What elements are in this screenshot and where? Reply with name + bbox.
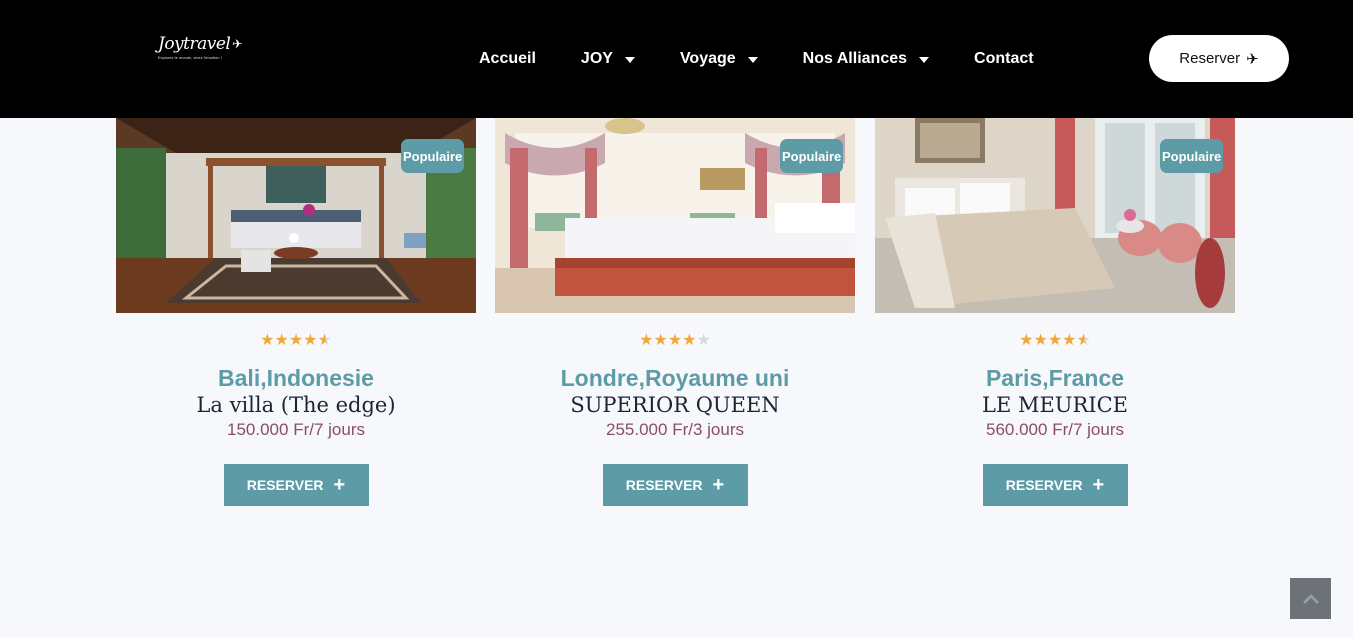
destination-city: Bali,Indonesie <box>218 365 374 391</box>
reserve-card-button[interactable]: RESERVER + <box>602 464 748 506</box>
hotel-name: La villa (The edge) <box>196 393 396 417</box>
cta-label: RESERVER <box>625 477 703 493</box>
destination-card: Populaire ★ ★ ★ ★ ★ Paris,France LE MEURICE … <box>875 118 1235 506</box>
logo-brand: Joytravel ✈ <box>158 34 248 54</box>
star-icon: ★ <box>274 332 289 349</box>
plus-icon: + <box>712 474 725 496</box>
destination-city: Paris,France <box>985 365 1125 391</box>
reserve-card-button[interactable]: RESERVER + <box>223 464 369 506</box>
nav-label: JOY <box>580 50 613 67</box>
logo[interactable]: Joytravel ✈ Explorez le monde, vivez l'ém… <box>158 34 248 64</box>
chevron-up-icon <box>1302 593 1319 604</box>
popular-badge: Populaire <box>401 139 464 173</box>
star-icon: ★ <box>1062 332 1077 349</box>
caret-down-icon <box>919 57 930 63</box>
scroll-to-top-button[interactable] <box>1290 578 1331 619</box>
star-empty-icon: ★ <box>696 332 711 349</box>
star-icon: ★ <box>303 332 318 349</box>
hotel-name: LE MEURICE <box>982 393 1128 417</box>
site-header: Joytravel ✈ Explorez le monde, vivez l'ém… <box>0 0 1353 118</box>
price: 255.000 Fr/3 jours <box>606 420 744 439</box>
nav-alliances[interactable]: Nos Alliances <box>802 50 930 68</box>
logo-tagline: Explorez le monde, vivez l'émotion ! <box>158 55 222 60</box>
star-icon: ★ <box>288 332 304 349</box>
caret-down-icon <box>747 57 758 63</box>
logo-text: Joytravel <box>158 34 231 54</box>
plus-icon: + <box>333 474 346 496</box>
reserve-card-button[interactable]: RESERVER + <box>982 464 1128 506</box>
star-half-icon: ★ <box>1076 332 1091 349</box>
nav-label: Nos Alliances <box>802 50 908 67</box>
main-nav: Accueil JOY Voyage Nos Alliances Contact <box>479 0 1079 118</box>
star-rating: ★ ★ ★ ★ ★ <box>116 333 476 349</box>
nav-contact[interactable]: Contact <box>974 50 1034 68</box>
destination-city: Londre,Royaume uni <box>560 365 790 391</box>
star-rating: ★ ★ ★ ★ ★ <box>875 333 1235 349</box>
cta-label: RESERVER <box>1005 477 1083 493</box>
destination-card: Populaire ★ ★ ★ ★ ★ Bali,Indonesie La villa … <box>116 118 476 506</box>
star-icon: ★ <box>1019 332 1034 349</box>
star-icon: ★ <box>1033 332 1048 349</box>
star-icon: ★ <box>653 332 668 349</box>
star-rating: ★ ★ ★ ★ ★ <box>495 333 855 349</box>
star-half-icon: ★ <box>317 332 332 349</box>
cta-label: RESERVER <box>246 477 324 493</box>
popular-badge: Populaire <box>1160 139 1223 173</box>
nav-accueil[interactable]: Accueil <box>479 50 536 68</box>
reserve-label: Reserver <box>1179 50 1241 67</box>
star-icon: ★ <box>1047 332 1063 349</box>
price: 560.000 Fr/7 jours <box>986 420 1124 439</box>
star-icon: ★ <box>260 332 275 349</box>
plane-icon: ✈ <box>1246 50 1259 68</box>
nav-joy[interactable]: JOY <box>581 50 635 68</box>
star-icon: ★ <box>667 332 683 349</box>
reserve-button[interactable]: Reserver ✈ <box>1149 35 1289 82</box>
nav-label: Contact <box>974 50 1034 67</box>
plus-icon: + <box>1092 474 1105 496</box>
nav-voyage[interactable]: Voyage <box>680 50 758 68</box>
hotel-name: SUPERIOR QUEEN <box>570 393 780 417</box>
destination-card: Populaire ★ ★ ★ ★ ★ Londre,Royaume uni SUPER… <box>495 118 855 506</box>
hotel-photo[interactable]: Populaire <box>116 118 476 313</box>
hotel-photo[interactable]: Populaire <box>495 118 855 313</box>
popular-badge: Populaire <box>780 139 843 173</box>
plane-logo-icon: ✈ <box>232 37 242 51</box>
star-icon: ★ <box>682 332 697 349</box>
nav-label: Accueil <box>479 50 536 67</box>
hotel-photo[interactable]: Populaire <box>875 118 1235 313</box>
nav-label: Voyage <box>679 50 736 67</box>
price: 150.000 Fr/7 jours <box>227 420 365 439</box>
star-icon: ★ <box>639 332 654 349</box>
caret-down-icon <box>624 57 635 63</box>
